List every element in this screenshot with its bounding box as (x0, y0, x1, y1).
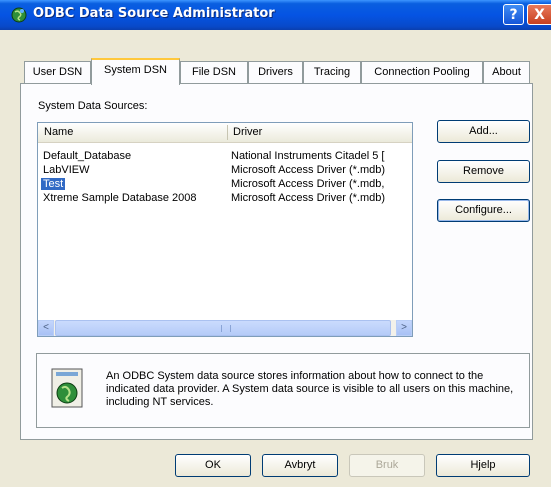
list-item[interactable]: Default_Database National Instruments Ci… (38, 150, 412, 164)
data-sources-list[interactable]: Name Driver Default_Database National In… (37, 122, 413, 337)
horizontal-scrollbar[interactable]: < > (38, 320, 412, 336)
dsn-driver: Microsoft Access Driver (*.mdb) (231, 192, 386, 204)
scroll-right-button[interactable]: > (396, 320, 412, 336)
info-box: An ODBC System data source stores inform… (36, 353, 530, 428)
help-button[interactable]: Hjelp (436, 454, 530, 477)
dsn-name: LabVIEW (43, 164, 90, 176)
scroll-grip (221, 325, 231, 332)
dsn-name: Default_Database (43, 150, 132, 162)
system-data-sources-label: System Data Sources: (38, 100, 148, 112)
list-header: Name Driver (38, 123, 412, 143)
database-info-icon (51, 368, 83, 408)
cancel-button[interactable]: Avbryt (262, 454, 338, 477)
info-text: An ODBC System data source stores inform… (106, 370, 514, 408)
ok-button[interactable]: OK (175, 454, 251, 477)
list-item[interactable]: LabVIEW Microsoft Access Driver (*.mdb) (38, 164, 412, 178)
add-button[interactable]: Add... (437, 120, 530, 143)
dsn-name: Test (41, 178, 66, 190)
list-item-selected[interactable]: Test Microsoft Access Driver (*.mdb, (38, 178, 412, 192)
tab-drivers[interactable]: Drivers (248, 61, 303, 83)
dsn-driver: National Instruments Citadel 5 [ (231, 150, 385, 162)
title-help-button[interactable]: ? (503, 4, 524, 25)
tab-user-dsn[interactable]: User DSN (24, 61, 91, 83)
scroll-thumb[interactable] (55, 320, 391, 336)
apply-button[interactable]: Bruk (349, 454, 425, 477)
remove-button[interactable]: Remove (437, 160, 530, 183)
column-header-name[interactable]: Name (44, 126, 73, 138)
list-item[interactable]: Xtreme Sample Database 2008 Microsoft Ac… (38, 192, 412, 206)
dsn-driver: Microsoft Access Driver (*.mdb) (231, 164, 386, 176)
tab-connection-pooling[interactable]: Connection Pooling (361, 61, 483, 83)
window-title: ODBC Data Source Administrator (33, 6, 275, 21)
dsn-name: Xtreme Sample Database 2008 (43, 192, 197, 204)
dsn-driver: Microsoft Access Driver (*.mdb, (231, 178, 385, 190)
column-header-driver[interactable]: Driver (233, 126, 262, 138)
odbc-globe-icon (11, 7, 27, 23)
tab-tracing[interactable]: Tracing (303, 61, 361, 83)
tab-system-dsn[interactable]: System DSN (91, 58, 180, 85)
configure-button[interactable]: Configure... (437, 199, 530, 222)
title-bar[interactable]: ODBC Data Source Administrator ? X (0, 0, 551, 30)
column-divider[interactable] (227, 125, 228, 140)
tab-about[interactable]: About (483, 61, 530, 83)
scroll-left-button[interactable]: < (38, 320, 54, 336)
title-close-button[interactable]: X (527, 4, 551, 25)
tab-file-dsn[interactable]: File DSN (180, 61, 248, 83)
